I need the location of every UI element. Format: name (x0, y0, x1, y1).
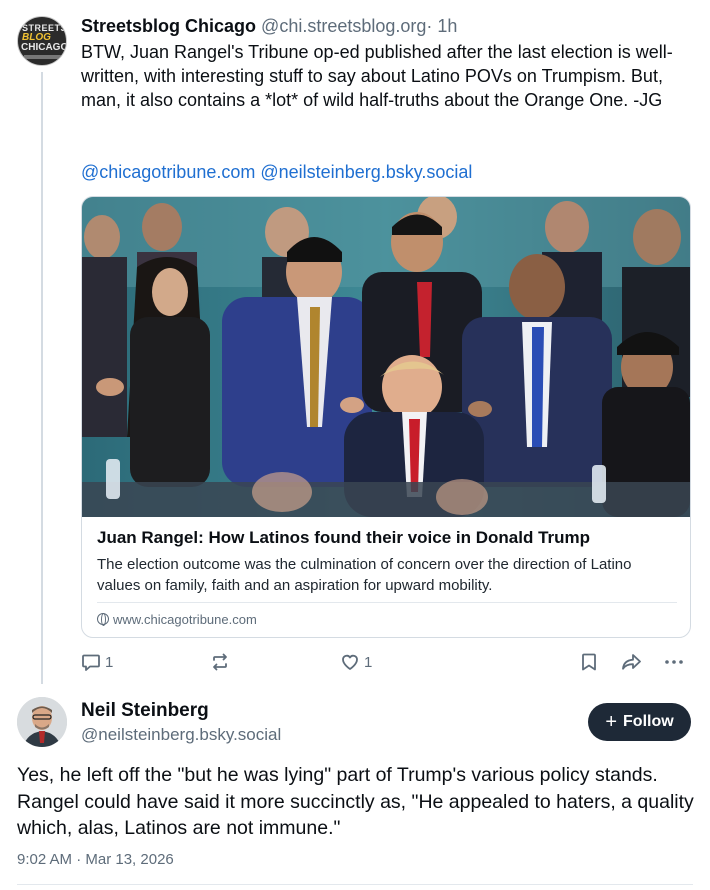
repost-icon (213, 653, 227, 671)
link-card-description: The election outcome was the culmination… (97, 556, 632, 594)
heart-icon (342, 654, 358, 670)
reply-button[interactable]: 1 (81, 650, 113, 674)
bookmark-button[interactable] (580, 650, 598, 674)
reply-count: 1 (105, 653, 114, 671)
post-timestamp: 9:02 AM · Mar 13, 2026 (17, 851, 174, 868)
parent-post-header: Streetsblog Chicago @chi.streetsblog.org… (81, 14, 457, 38)
mention-link[interactable]: @neilsteinberg.bsky.social (260, 162, 472, 182)
avatar-photo (17, 697, 67, 747)
parent-post-text: BTW, Juan Rangel's Tribune op-ed publish… (81, 42, 673, 110)
link-card[interactable]: Juan Rangel: How Latinos found their voi… (81, 196, 691, 638)
globe-icon (97, 613, 109, 626)
repost-button[interactable] (210, 650, 234, 674)
share-icon (622, 654, 641, 670)
follow-label: Follow (623, 713, 674, 730)
mention-link[interactable]: @chicagotribune.com (81, 162, 255, 182)
thread-connector-line (41, 72, 43, 684)
main-post-text: Yes, he left off the "but he was lying" … (17, 764, 694, 839)
share-button[interactable] (621, 650, 643, 674)
author-name[interactable]: Streetsblog Chicago (81, 16, 256, 36)
divider (17, 884, 693, 885)
link-card-image[interactable] (82, 197, 690, 517)
ellipsis-icon (665, 660, 683, 664)
like-button[interactable]: 1 (340, 650, 372, 674)
link-card-url-text: www.chicagotribune.com (113, 612, 257, 627)
avatar[interactable] (17, 697, 67, 747)
reply-icon (82, 654, 100, 671)
avatar[interactable]: STREETS BLOG CHICAGO (17, 16, 67, 66)
photo-prayer-group (82, 197, 690, 517)
post-time[interactable]: 1h (437, 16, 457, 36)
more-options-button[interactable] (664, 650, 684, 674)
plus-icon: + (605, 711, 618, 733)
link-card-url[interactable]: www.chicagotribune.com (97, 611, 257, 629)
separator-dot: · (426, 16, 433, 36)
author-handle[interactable]: @chi.streetsblog.org (261, 16, 426, 36)
link-card-title[interactable]: Juan Rangel: How Latinos found their voi… (97, 527, 590, 549)
divider (97, 602, 677, 603)
avatar-text-line: CHICAGO (21, 42, 67, 53)
author-name[interactable]: Neil Steinberg (81, 699, 209, 723)
author-handle[interactable]: @neilsteinberg.bsky.social (81, 724, 281, 746)
mentions: @chicagotribune.com @neilsteinberg.bsky.… (81, 160, 472, 184)
avatar-decoration (24, 55, 62, 59)
like-count: 1 (364, 653, 373, 671)
follow-button[interactable]: + Follow (588, 703, 691, 741)
bookmark-icon (582, 653, 596, 671)
